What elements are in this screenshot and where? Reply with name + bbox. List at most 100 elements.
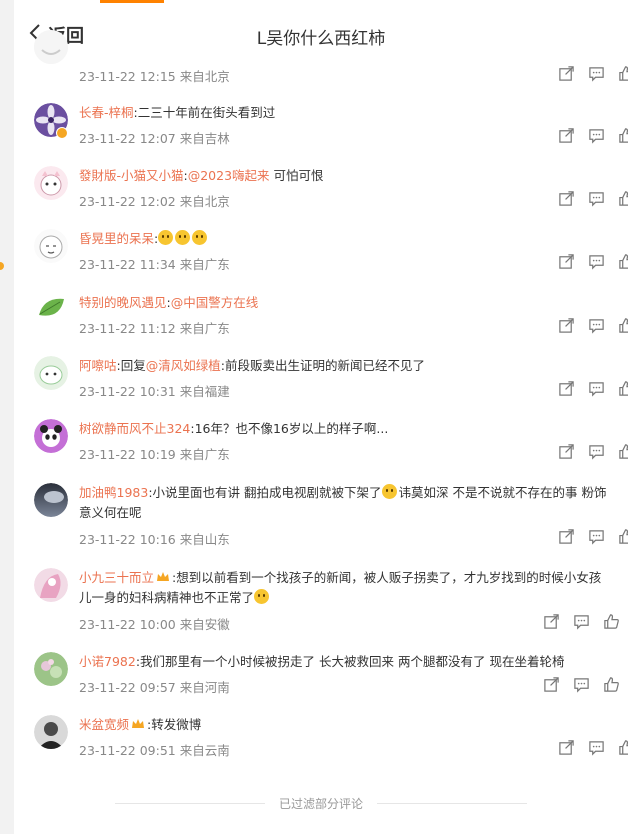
like-icon[interactable]	[611, 63, 628, 83]
comment-meta: 23-11-22 10:16 来自山东	[79, 532, 230, 547]
share-icon[interactable]	[551, 441, 581, 461]
share-icon[interactable]	[536, 674, 566, 694]
header-bar: 返回 L吴你什么西红柿	[14, 10, 628, 60]
comment-actions	[551, 737, 628, 757]
comment-body: :前段贩卖出生证明的新闻已经不见了	[220, 358, 425, 373]
share-icon[interactable]	[551, 125, 581, 145]
comment-author[interactable]: 长春-梓桐	[79, 105, 134, 120]
like-icon[interactable]	[611, 378, 628, 398]
comment-text: 昏晃里的呆呆:	[79, 228, 620, 250]
like-icon[interactable]	[596, 611, 626, 631]
filtered-label: 已过滤部分评论	[278, 796, 363, 811]
comment-author[interactable]: 小诺7982	[79, 654, 136, 669]
avatar[interactable]	[34, 652, 68, 686]
share-icon[interactable]	[551, 378, 581, 398]
comment-body: 可怕可恨	[269, 168, 324, 183]
comment-author[interactable]: 阿嚓咕	[79, 358, 117, 373]
like-icon[interactable]	[611, 737, 628, 757]
crown-badge-icon	[132, 719, 145, 728]
divider	[114, 802, 265, 804]
comment-meta: 23-11-22 09:57 来自河南	[79, 680, 230, 695]
comment-body: :二三十年前在街头看到过	[133, 105, 276, 120]
comment-actions	[551, 378, 628, 398]
comment-icon[interactable]	[581, 188, 611, 208]
comment-body: :想到以前看到一个找孩子的新闻，被人贩子拐卖了，才九岁找到的时候小女孩	[172, 570, 602, 585]
comment-body: :小说里面也有讲 翻拍成电视剧就被下架了	[148, 485, 382, 500]
share-icon[interactable]	[551, 526, 581, 546]
like-icon[interactable]	[611, 251, 628, 271]
avatar[interactable]	[34, 166, 68, 200]
comment-actions	[551, 251, 628, 271]
comment-author[interactable]: 發財版-小猫又小猫	[79, 168, 184, 183]
crying-emoji-icon	[158, 230, 174, 245]
comment-icon[interactable]	[581, 251, 611, 271]
comment-text-cont: 儿一身的妇科病精神也不正常了	[79, 587, 620, 609]
crown-badge-icon	[157, 572, 170, 581]
comment-body: :回复	[116, 358, 146, 373]
comment-author[interactable]: 昏晃里的呆呆	[79, 231, 154, 246]
comment-meta: 23-11-22 11:12 来自广东	[79, 321, 230, 336]
like-icon[interactable]	[611, 125, 628, 145]
avatar[interactable]	[34, 715, 68, 749]
filtered-notice: 已过滤部分评论	[14, 793, 628, 813]
crying-emoji-icon	[381, 484, 397, 499]
sad-emoji-icon	[254, 589, 270, 604]
comment-icon[interactable]	[581, 125, 611, 145]
like-icon[interactable]	[611, 526, 628, 546]
comment-actions	[551, 441, 628, 461]
comment-icon[interactable]	[581, 737, 611, 757]
comment-author[interactable]: 小九三十而立	[79, 570, 154, 585]
comment-icon[interactable]	[581, 63, 611, 83]
comment-actions	[551, 526, 628, 546]
comment-actions	[551, 188, 628, 208]
comment-actions	[551, 315, 628, 335]
share-icon[interactable]	[551, 251, 581, 271]
comment-meta: 23-11-22 10:19 来自广东	[79, 447, 230, 462]
comment-meta: 23-11-22 11:34 来自广东	[79, 257, 230, 272]
comment-text: 小诺7982:我们那里有一个小时候被拐走了 长大被救回来 两个腿都没有了 现在坐…	[79, 651, 620, 673]
comment-icon[interactable]	[581, 315, 611, 335]
comment-actions	[536, 674, 626, 694]
comment-icon[interactable]	[581, 526, 611, 546]
avatar[interactable]	[34, 229, 68, 263]
comment-icon[interactable]	[566, 674, 596, 694]
comment-body: 意义何在呢	[79, 505, 142, 520]
comment-actions	[551, 125, 628, 145]
share-icon[interactable]	[551, 315, 581, 335]
comment-text: 加油鸭1983:小说里面也有讲 翻拍成电视剧就被下架了 讳莫如深 不是不说就不存在…	[79, 482, 620, 504]
like-icon[interactable]	[611, 315, 628, 335]
avatar[interactable]	[34, 568, 68, 602]
comment-icon[interactable]	[581, 378, 611, 398]
comment-text: 阿嚓咕:回复@清风如绿植:前段贩卖出生证明的新闻已经不见了	[79, 355, 620, 377]
share-icon[interactable]	[551, 63, 581, 83]
comment-author[interactable]: 米盆宽频	[79, 717, 129, 732]
avatar[interactable]	[34, 356, 68, 390]
mention-link[interactable]: @2023嗨起来	[188, 168, 270, 183]
like-icon[interactable]	[611, 441, 628, 461]
share-icon[interactable]	[551, 737, 581, 757]
avatar[interactable]	[34, 419, 68, 453]
comment-text: 长春-梓桐:二三十年前在街头看到过	[79, 102, 620, 124]
mention-link[interactable]: @清风如绿植	[146, 358, 221, 373]
mention-link[interactable]: @中国警方在线	[171, 295, 259, 310]
comment-author[interactable]: 加油鸭1983	[79, 485, 148, 500]
like-icon[interactable]	[596, 674, 626, 694]
comment-text: 树欲静而风不止324:16年？也不像16岁以上的样子啊...	[79, 418, 620, 440]
comment-text: 發財版-小猫又小猫:@2023嗨起来 可怕可恨	[79, 165, 620, 187]
avatar[interactable]	[34, 30, 68, 64]
side-marker	[0, 262, 4, 270]
comment-author[interactable]: 树欲静而风不止324	[79, 421, 190, 436]
comment-meta: 23-11-22 09:51 来自云南	[79, 743, 230, 758]
avatar[interactable]	[34, 483, 68, 517]
comment-text-cont: 意义何在呢	[79, 502, 620, 524]
page-title: L吴你什么西红柿	[256, 29, 386, 49]
comment-meta: 23-11-22 12:15 来自北京	[79, 69, 230, 84]
like-icon[interactable]	[611, 188, 628, 208]
comment-icon[interactable]	[566, 611, 596, 631]
avatar[interactable]	[34, 293, 68, 327]
comment-actions	[536, 611, 626, 631]
comment-author[interactable]: 特别的晚风遇见	[79, 295, 167, 310]
comment-icon[interactable]	[581, 441, 611, 461]
share-icon[interactable]	[536, 611, 566, 631]
share-icon[interactable]	[551, 188, 581, 208]
